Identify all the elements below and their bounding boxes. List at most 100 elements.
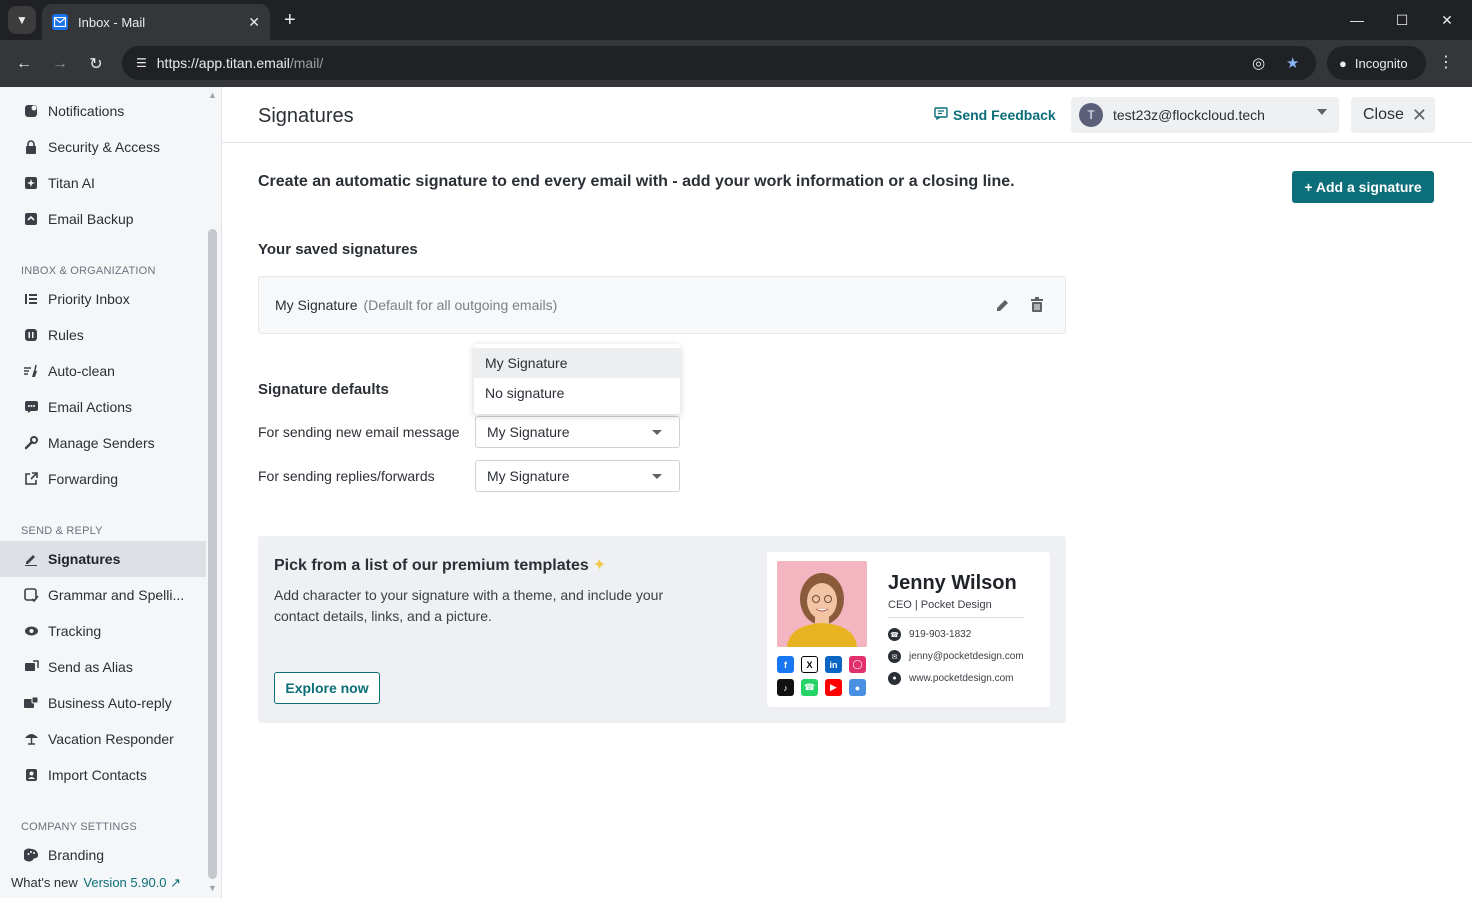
whatsapp-icon: ☎ [801,679,818,696]
signature-template-preview: Jenny Wilson CEO | Pocket Design ☎ 919-90… [767,552,1050,707]
browser-menu-icon[interactable]: ⋮ [1438,54,1454,72]
bookmark-star-icon[interactable]: ★ [1286,54,1299,72]
chevron-down-icon [1317,109,1327,115]
browser-toolbar: ← → ↻ ☰ https://app.titan.email/mail/ ◎ … [0,40,1472,87]
signature-defaults-heading: Signature defaults [258,381,389,398]
new-email-signature-select[interactable]: My Signature [475,416,680,448]
address-bar[interactable]: ☰ https://app.titan.email/mail/ ◎ ★ [122,46,1316,80]
minimize-button[interactable]: — [1334,0,1380,40]
alias-icon [22,658,40,676]
new-email-label: For sending new email message [258,424,460,440]
feedback-icon [934,107,948,123]
sidebar-item-tracking[interactable]: Tracking [0,613,206,649]
browser-tab[interactable]: Inbox - Mail ✕ [42,4,270,40]
saved-signatures-heading: Your saved signatures [258,241,418,258]
version-link[interactable]: Version 5.90.0 ↗ [83,875,181,890]
url-text: https://app.titan.email/mail/ [156,55,324,71]
sidebar-scrollbar[interactable] [208,229,217,879]
settings-main: Signatures Send Feedback T test23z@flock… [222,87,1472,898]
site-info-icon[interactable]: ☰ [136,56,147,70]
new-tab-button[interactable]: + [284,8,296,32]
forward-button[interactable]: → [46,50,74,78]
sidebar-item-titan-ai[interactable]: Titan AI [0,165,206,201]
auto-reply-icon [22,694,40,712]
mail-app: ▲ Notifications Security & Access Titan … [0,87,1472,898]
actions-icon [22,398,40,416]
sidebar-item-manage-senders[interactable]: Manage Senders [0,425,206,461]
section-header-send: SEND & REPLY [21,525,103,537]
umbrella-icon [22,730,40,748]
template-email: ✉ jenny@pocketdesign.com [888,650,1024,663]
sidebar-item-send-as-alias[interactable]: Send as Alias [0,649,206,685]
forward-icon [22,470,40,488]
incognito-icon: ● [1339,55,1347,71]
sidebar-item-email-actions[interactable]: Email Actions [0,389,206,425]
sidebar-item-priority-inbox[interactable]: Priority Inbox [0,281,206,317]
browser-tab-bar: ▼ Inbox - Mail ✕ + — ☐ ✕ [0,0,1472,40]
bell-icon [22,102,40,120]
replies-signature-select[interactable]: My Signature [475,460,680,492]
wrench-icon [22,434,40,452]
instagram-icon: ◯ [849,656,866,673]
intro-text: Create an automatic signature to end eve… [258,173,1015,190]
scroll-up-arrow-icon[interactable]: ▲ [208,90,217,100]
back-button[interactable]: ← [10,50,38,78]
add-signature-button[interactable]: + Add a signature [1292,171,1434,203]
sparkle-icon [22,174,40,192]
sidebar-item-notifications[interactable]: Notifications [0,93,206,129]
youtube-icon: ▶ [825,679,842,696]
sidebar-item-email-backup[interactable]: Email Backup [0,201,206,237]
sidebar-item-security[interactable]: Security & Access [0,129,206,165]
chevron-down-icon [652,474,662,479]
sidebar-item-rules[interactable]: Rules [0,317,206,353]
mail-favicon-icon [52,14,68,30]
phone-icon: ☎ [888,628,901,641]
avatar: T [1079,103,1103,127]
send-feedback-link[interactable]: Send Feedback [934,107,1056,123]
window-close-button[interactable]: ✕ [1424,0,1470,40]
template-divider [888,617,1024,618]
sidebar-item-branding[interactable]: Branding [0,837,206,873]
sidebar-item-grammar[interactable]: Grammar and Spelli... [0,577,206,613]
tab-search-button[interactable]: ▼ [8,6,36,34]
eye-off-icon[interactable]: ◎ [1252,54,1265,72]
signature-dropdown-menu: My Signature No signature [474,344,680,414]
sidebar-item-import-contacts[interactable]: Import Contacts [0,757,206,793]
account-switcher[interactable]: T test23z@flockcloud.tech [1071,97,1339,133]
template-role: CEO | Pocket Design [888,599,992,611]
dropdown-option-no-signature[interactable]: No signature [474,378,680,408]
priority-icon [22,290,40,308]
close-button[interactable]: Close ✕ [1351,97,1435,133]
x-twitter-icon: X [801,656,818,673]
reload-button[interactable]: ↻ [82,50,110,78]
grammar-icon [22,586,40,604]
saved-signature-row[interactable]: My Signature (Default for all outgoing e… [258,276,1066,334]
trash-icon[interactable] [1030,297,1044,316]
sidebar-item-auto-clean[interactable]: Auto-clean [0,353,206,389]
signature-name: My Signature [275,297,358,313]
promo-title: Pick from a list of our premium template… [274,557,607,574]
sidebar-item-signatures[interactable]: Signatures [0,541,206,577]
incognito-badge[interactable]: ● Incognito [1327,46,1426,80]
edit-icon[interactable] [995,297,1011,316]
dropdown-option-my-signature[interactable]: My Signature [474,348,680,378]
explore-now-button[interactable]: Explore now [274,672,380,704]
template-name: Jenny Wilson [888,572,1017,594]
sidebar-item-vacation-responder[interactable]: Vacation Responder [0,721,206,757]
section-header-company: COMPANY SETTINGS [21,821,137,833]
page-title: Signatures [258,105,354,127]
tab-close-icon[interactable]: ✕ [248,14,260,31]
section-header-inbox: INBOX & ORGANIZATION [21,265,156,277]
contacts-icon [22,766,40,784]
template-phone: ☎ 919-903-1832 [888,628,971,641]
rules-icon [22,326,40,344]
sidebar-item-forwarding[interactable]: Forwarding [0,461,206,497]
maximize-button[interactable]: ☐ [1379,0,1425,40]
settings-header: Signatures Send Feedback T test23z@flock… [222,87,1472,143]
scroll-down-arrow-icon[interactable]: ▼ [208,883,217,893]
premium-templates-banner: Pick from a list of our premium template… [258,536,1066,723]
tiktok-icon: ♪ [777,679,794,696]
template-website: ● www.pocketdesign.com [888,672,1014,685]
location-icon: ● [849,679,866,696]
sidebar-item-business-auto-reply[interactable]: Business Auto-reply [0,685,206,721]
